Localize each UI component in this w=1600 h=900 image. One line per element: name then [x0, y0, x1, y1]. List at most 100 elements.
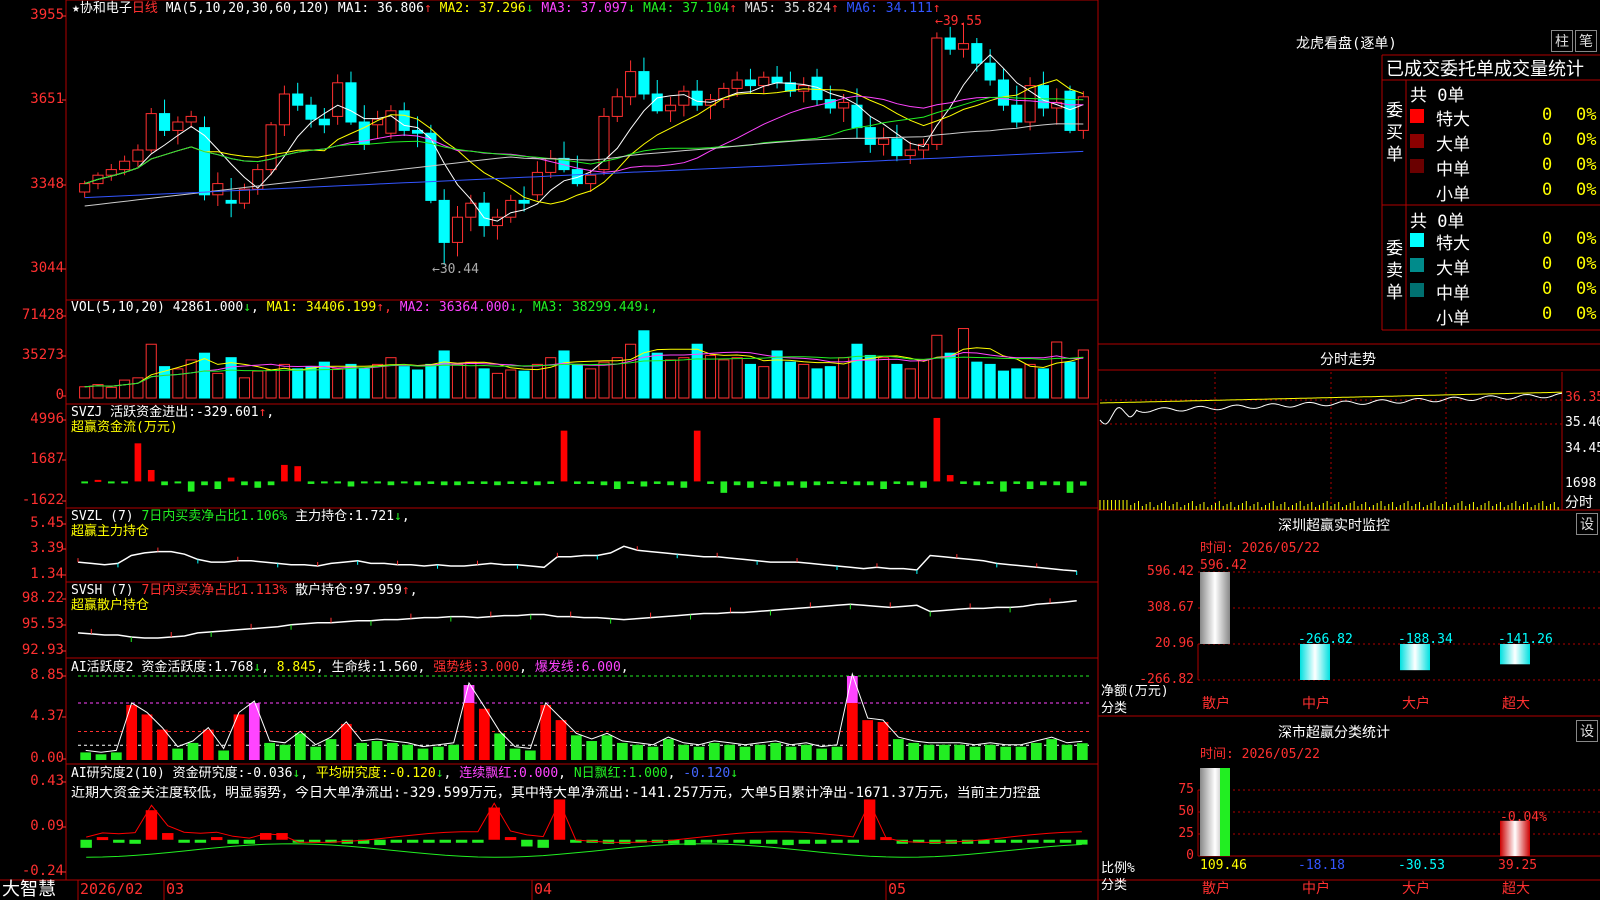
brand-logo[interactable]: 大智慧 [2, 880, 56, 900]
buy-row-pct-1: 0% [1576, 130, 1597, 150]
ai-research-bar-9 [227, 839, 239, 844]
ai-research-bar-47 [847, 839, 860, 843]
ai-active-bar-25 [463, 703, 475, 760]
sz-monitor-chart[interactable] [1197, 571, 1600, 681]
candle-body-75 [1077, 96, 1089, 131]
candle-body-59 [864, 127, 876, 145]
sz-stats-settings-button[interactable]: 设 [1576, 720, 1598, 742]
intraday-y-tick-2: 34.45 [1565, 441, 1600, 456]
vol-bar-5 [145, 343, 157, 399]
ai-active-label: AI活跃度2 [71, 660, 134, 675]
ai-active-series[interactable] [78, 672, 1090, 760]
vol-bar-49 [731, 357, 743, 399]
svzj-series[interactable] [81, 417, 1087, 493]
ai-active-bar-14 [294, 733, 306, 760]
ai-active-bar-20 [386, 742, 398, 760]
ai-active-bar-21 [402, 744, 414, 760]
svzl-desc2: 主力持仓: [295, 509, 355, 524]
ai-research-bar-1 [96, 837, 109, 841]
star-icon[interactable]: ★ [72, 1, 80, 16]
szstat-cat-2: 大户 [1402, 881, 1430, 897]
svzj-bar-40 [613, 481, 621, 490]
candlestick-series[interactable] [79, 22, 1089, 265]
svzj-bar-34 [534, 481, 541, 486]
vol-bar-19 [332, 368, 344, 399]
svzj-bar-9 [201, 481, 208, 486]
candle-body-6 [158, 113, 171, 131]
vol-bar-47 [704, 354, 717, 399]
svzj-bar-26 [427, 481, 435, 484]
ai-research-bar-22 [439, 839, 451, 843]
ai-research-desc: 资金研究度: [172, 766, 246, 781]
tick-mode-button[interactable]: 笔 [1575, 30, 1597, 52]
vol-bar-65 [944, 352, 956, 399]
szmon-bar-label-2: -188.34 [1398, 632, 1453, 647]
ai-active-bar-9 [218, 750, 230, 760]
ai-research-comment: 近期大资金关注度较低，明显弱势，今日大单净流出:-329.599万元，其中特大单… [71, 786, 1041, 801]
vol-bar-56 [824, 366, 836, 399]
buy-row-name-1: 大单 [1436, 135, 1470, 155]
svzj-bar-22 [374, 481, 381, 484]
volume-series[interactable] [79, 328, 1089, 399]
sz-monitor-settings-button[interactable]: 设 [1576, 513, 1598, 535]
sz-monitor-xlabel: 分类 [1101, 701, 1128, 716]
szstat-y-tick-0: 75 [1178, 782, 1194, 797]
period-label[interactable]: 日线 [132, 1, 158, 16]
ai-active-bar-32 [570, 735, 582, 760]
candle-body-40 [611, 96, 623, 117]
sz-stats-title: 深市超赢分类统计 [1278, 725, 1390, 741]
svsh-line [77, 599, 1077, 639]
svzl-desc: 7日内买卖净占比1.106% [141, 509, 288, 524]
svzj-bar-39 [600, 481, 608, 486]
candle-body-4 [132, 149, 144, 162]
ai-active-bar-5 [156, 729, 168, 760]
ai-active-bar-63 [1046, 739, 1058, 760]
vol-bar-32 [505, 369, 517, 399]
ma-arrow-3: ↓ [627, 1, 644, 16]
ai-active-bar-4 [141, 714, 153, 760]
svzj-bar-42 [640, 481, 648, 487]
ai-active-bar-16 [325, 739, 337, 760]
svzj-bar-11 [227, 477, 235, 482]
svsh-subtitle: 超赢散户持仓 [71, 598, 150, 613]
ai-research-bar-48 [863, 799, 876, 840]
sell-row-pct-3: 0% [1576, 304, 1597, 324]
ai-research-bar-29 [553, 799, 566, 840]
svzl-y-tick-1: 3.39 [30, 540, 64, 556]
ai-research-bar-25 [488, 807, 500, 840]
ai-active-bar-57 [954, 744, 966, 760]
ma-value-1: MA1: 36.806 [337, 1, 424, 16]
ai-active-bar-27 [494, 733, 506, 760]
buy-row-count-1: 0 [1542, 130, 1553, 150]
candle-body-42 [638, 71, 650, 95]
ai-research-bar-28 [537, 839, 549, 848]
longhu-tabs[interactable]: 已成交委托单成交量统计 [1386, 55, 1584, 81]
ai-research-series[interactable] [80, 799, 1088, 858]
szmon-cat-1: 中户 [1302, 696, 1330, 712]
panel-frame-6 [65, 763, 1099, 881]
candle-body-3 [119, 160, 131, 171]
stock-name[interactable]: 协和电子 [80, 1, 132, 16]
panel-frames [0, 0, 1600, 900]
svzj-bar-29 [467, 481, 475, 484]
ai-research-bar-58 [1027, 839, 1039, 843]
intraday-chart[interactable] [1099, 372, 1563, 510]
svzj-bar-30 [480, 481, 488, 484]
ai-active-bar-55 [923, 744, 935, 760]
svzj-arrow: ↑ [258, 405, 267, 420]
ai-active-bar-2 [110, 752, 122, 760]
svsh-series[interactable] [77, 598, 1077, 642]
bar-mode-button[interactable]: 柱 [1551, 30, 1573, 52]
ai-active-bar-26 [478, 708, 490, 760]
vol-bar-64 [931, 334, 943, 399]
ai-research-bar-10 [243, 839, 256, 844]
ai-research-bar-21 [423, 839, 435, 843]
ai-active-bar-7 [187, 742, 199, 760]
ai-active-bar-1 [95, 754, 107, 760]
ai-active-bar-35 [616, 742, 628, 760]
longhu-title: 龙虎看盘(逐单) [1296, 36, 1397, 52]
candle-body-52 [771, 76, 783, 84]
svzl-series[interactable] [77, 545, 1078, 576]
vol-bar-29 [465, 361, 477, 399]
date-label-3: 05 [888, 880, 907, 898]
